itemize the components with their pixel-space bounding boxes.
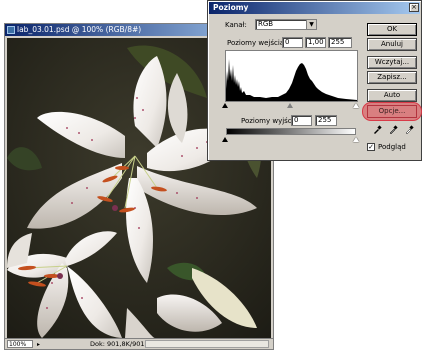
- output-black-slider[interactable]: [222, 137, 228, 142]
- document-status-bar: 100% ▸ Dok: 901,8K/901,8K: [5, 338, 273, 349]
- channel-select-value: RGB: [258, 20, 274, 28]
- input-white-slider[interactable]: [353, 103, 359, 108]
- auto-button[interactable]: Auto: [367, 89, 417, 102]
- document-title: lab_03.01.psd @ 100% (RGB/8#): [17, 25, 142, 34]
- gray-point-eyedropper-icon[interactable]: [389, 125, 398, 135]
- input-black-slider[interactable]: [222, 103, 228, 108]
- output-gradient-bar: [226, 128, 356, 135]
- horizontal-scrollbar[interactable]: [145, 340, 269, 348]
- input-gamma-slider[interactable]: [287, 103, 293, 108]
- zoom-field[interactable]: 100%: [7, 340, 33, 348]
- ok-button[interactable]: OK: [367, 23, 417, 36]
- white-point-eyedropper-icon[interactable]: [405, 125, 414, 135]
- input-levels-label: Poziomy wejścia:: [227, 39, 287, 47]
- load-button[interactable]: Wczytaj...: [367, 56, 417, 69]
- input-gamma-field[interactable]: 1,00: [305, 37, 326, 48]
- options-button[interactable]: Opcje...: [367, 105, 417, 118]
- save-button[interactable]: Zapisz...: [367, 71, 417, 84]
- levels-dialog-title: Poziomy: [213, 3, 249, 12]
- chevron-down-icon[interactable]: ▼: [306, 20, 316, 29]
- channel-select[interactable]: RGB ▼: [255, 19, 317, 30]
- black-point-eyedropper-icon[interactable]: [373, 125, 382, 134]
- output-white-slider[interactable]: [353, 137, 359, 142]
- cancel-button[interactable]: Anuluj: [367, 38, 417, 51]
- input-white-field[interactable]: 255: [328, 37, 352, 48]
- channel-label: Kanał:: [225, 21, 247, 29]
- histogram: [225, 50, 358, 102]
- preview-label: Podgląd: [378, 143, 406, 151]
- levels-dialog-title-bar[interactable]: Poziomy: [209, 2, 420, 14]
- preview-checkbox[interactable]: ✓: [367, 143, 375, 151]
- output-black-field[interactable]: 0: [291, 115, 312, 126]
- status-menu-arrow-icon[interactable]: ▸: [37, 340, 40, 350]
- input-black-field[interactable]: 0: [282, 37, 303, 48]
- output-white-field[interactable]: 255: [315, 115, 337, 126]
- close-icon[interactable]: ×: [409, 3, 419, 12]
- photoshop-document-icon: [7, 26, 15, 34]
- histogram-graph: [226, 59, 357, 101]
